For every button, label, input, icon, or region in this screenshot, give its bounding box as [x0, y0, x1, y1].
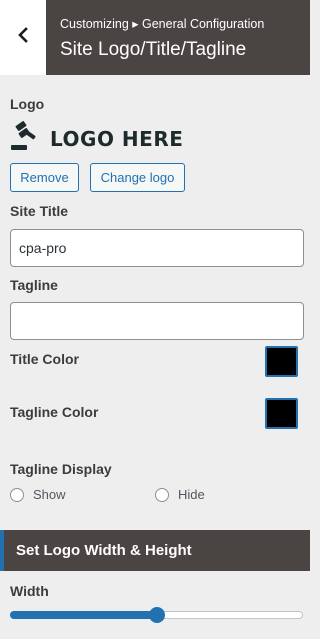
gavel-icon: [10, 121, 40, 156]
logo-label: Logo: [10, 96, 45, 112]
title-color-label: Title Color: [10, 351, 79, 367]
tagline-color-swatch[interactable]: [265, 398, 298, 429]
remove-logo-button[interactable]: Remove: [10, 163, 79, 192]
title-color-swatch[interactable]: [265, 346, 298, 377]
change-logo-button[interactable]: Change logo: [90, 163, 185, 192]
width-label: Width: [10, 583, 49, 599]
panel-header: Customizing ▸ General Configuration Site…: [0, 0, 310, 75]
radio-label-hide: Hide: [178, 487, 205, 502]
tagline-display-hide-option[interactable]: Hide: [155, 487, 205, 502]
radio-label-show: Show: [33, 487, 66, 502]
tagline-color-label: Tagline Color: [10, 404, 99, 420]
logo-preview: LOGO HERE: [10, 121, 183, 156]
tagline-display-label: Tagline Display: [10, 461, 112, 477]
logo-preview-text: LOGO HERE: [50, 126, 184, 151]
tagline-input[interactable]: [10, 302, 304, 340]
radio-button[interactable]: [155, 487, 169, 502]
width-slider-fill: [10, 611, 156, 619]
tagline-display-show-option[interactable]: Show: [10, 487, 66, 502]
tagline-label: Tagline: [10, 277, 58, 293]
logo-size-section-header[interactable]: Set Logo Width & Height: [0, 530, 310, 571]
chevron-left-icon: [16, 26, 30, 49]
radio-button[interactable]: [10, 487, 24, 502]
back-button[interactable]: [0, 0, 46, 75]
panel-title: Site Logo/Title/Tagline: [60, 39, 247, 60]
width-slider-handle[interactable]: [148, 607, 165, 623]
breadcrumb: Customizing ▸ General Configuration: [60, 17, 265, 31]
site-title-input[interactable]: [10, 229, 304, 267]
site-title-label: Site Title: [10, 203, 69, 219]
width-slider[interactable]: [10, 607, 303, 623]
